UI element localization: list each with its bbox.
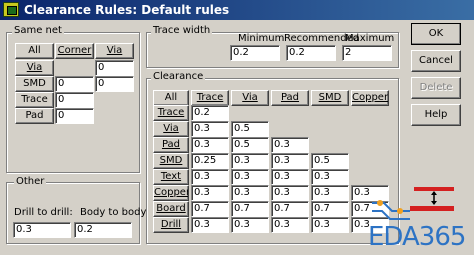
- clearance-row-text[interactable]: Text: [153, 169, 189, 185]
- clearance-row-pad[interactable]: Pad: [153, 137, 189, 153]
- diagram-arrow-head-up: [431, 191, 437, 195]
- same-net-all-button[interactable]: All: [15, 43, 54, 59]
- same-net-trace-corner-field[interactable]: 0: [55, 92, 94, 108]
- help-button[interactable]: Help: [411, 104, 461, 126]
- clearance-via-via-field[interactable]: 0.5: [231, 121, 269, 137]
- clearance-copper-via-field[interactable]: 0.3: [231, 185, 269, 201]
- diagram-trace-2: [372, 210, 410, 220]
- ok-button[interactable]: OK: [411, 23, 461, 45]
- drill-to-drill-field[interactable]: 0.3: [13, 222, 71, 238]
- diagram-arrow-head-down: [431, 201, 437, 205]
- drill-to-drill-label: Drill to drill:: [14, 207, 73, 218]
- clearance-board-via-field[interactable]: 0.7: [231, 201, 269, 217]
- clearance-col-via[interactable]: Via: [231, 90, 269, 106]
- clearance-row-drill[interactable]: Drill: [153, 217, 189, 233]
- cancel-button[interactable]: Cancel: [411, 50, 461, 72]
- clearance-text-smd-field[interactable]: 0.3: [311, 169, 349, 185]
- same-net-pad-corner-field[interactable]: 0: [55, 108, 94, 124]
- clearance-col-smd[interactable]: SMD: [311, 90, 349, 106]
- app-icon: [3, 2, 19, 17]
- clearance-trace-trace-field[interactable]: 0.2: [191, 105, 229, 121]
- diagram-pad-1: [377, 200, 383, 206]
- title-bar[interactable]: Clearance Rules: Default rules: [0, 0, 474, 20]
- diagram-bottom-bar: [410, 206, 454, 211]
- clearance-pad-pad-field[interactable]: 0.3: [271, 137, 309, 153]
- clearance-text-trace-field[interactable]: 0.3: [191, 169, 229, 185]
- trace-width-label: Trace width: [151, 25, 213, 36]
- clearance-col-copper[interactable]: Copper: [351, 90, 389, 106]
- clearance-text-pad-field[interactable]: 0.3: [271, 169, 309, 185]
- clearance-copper-pad-field[interactable]: 0.3: [271, 185, 309, 201]
- clearance-copper-smd-field[interactable]: 0.3: [311, 185, 349, 201]
- clearance-pad-via-field[interactable]: 0.5: [231, 137, 269, 153]
- other-label: Other: [14, 176, 47, 187]
- clearance-smd-via-field[interactable]: 0.3: [231, 153, 269, 169]
- minimum-label: Minimum: [238, 33, 285, 44]
- same-net-row-trace[interactable]: Trace: [15, 92, 54, 108]
- clearance-row-trace[interactable]: Trace: [153, 105, 189, 121]
- window-title: Clearance Rules: Default rules: [24, 3, 230, 17]
- body-to-body-label: Body to body:: [80, 207, 150, 218]
- same-net-smd-via-field[interactable]: 0: [95, 76, 134, 92]
- clearance-all-button[interactable]: All: [153, 90, 189, 106]
- delete-button[interactable]: Delete: [411, 77, 461, 99]
- same-net-label: Same net: [12, 25, 64, 36]
- clearance-smd-trace-field[interactable]: 0.25: [191, 153, 229, 169]
- clearance-diagram-logo: [372, 187, 454, 220]
- same-net-col-via[interactable]: Via: [95, 43, 134, 59]
- same-net-row-via[interactable]: Via: [15, 60, 54, 76]
- clearance-row-copper[interactable]: Copper: [153, 185, 189, 201]
- clearance-board-trace-field[interactable]: 0.7: [191, 201, 229, 217]
- clearance-row-smd[interactable]: SMD: [153, 153, 189, 169]
- same-net-via-via-field[interactable]: 0: [95, 60, 134, 76]
- clearance-drill-via-field[interactable]: 0.3: [231, 217, 269, 233]
- clearance-via-trace-field[interactable]: 0.3: [191, 121, 229, 137]
- clearance-row-board[interactable]: Board: [153, 201, 189, 217]
- clearance-label: Clearance: [151, 71, 206, 82]
- clearance-copper-trace-field[interactable]: 0.3: [191, 185, 229, 201]
- trace-recommended-field[interactable]: 0.2: [286, 45, 336, 61]
- clearance-pad-trace-field[interactable]: 0.3: [191, 137, 229, 153]
- clearance-board-pad-field[interactable]: 0.7: [271, 201, 309, 217]
- clearance-text-via-field[interactable]: 0.3: [231, 169, 269, 185]
- clearance-smd-pad-field[interactable]: 0.3: [271, 153, 309, 169]
- same-net-smd-corner-field[interactable]: 0: [55, 76, 94, 92]
- clearance-col-pad[interactable]: Pad: [271, 90, 309, 106]
- diagram-top-bar: [414, 187, 454, 191]
- same-net-col-corner[interactable]: Corner: [55, 43, 94, 59]
- clearance-drill-trace-field[interactable]: 0.3: [191, 217, 229, 233]
- clearance-row-via[interactable]: Via: [153, 121, 189, 137]
- clearance-board-smd-field[interactable]: 0.7: [311, 201, 349, 217]
- clearance-smd-smd-field[interactable]: 0.5: [311, 153, 349, 169]
- diagram-pad-2: [397, 208, 403, 214]
- body-to-body-field[interactable]: 0.2: [74, 222, 132, 238]
- same-net-row-pad[interactable]: Pad: [15, 108, 54, 124]
- maximum-label: Maximum: [345, 33, 395, 44]
- trace-min-field[interactable]: 0.2: [230, 45, 280, 61]
- trace-max-field[interactable]: 2: [342, 45, 392, 61]
- clearance-drill-smd-field[interactable]: 0.3: [311, 217, 349, 233]
- same-net-row-smd[interactable]: SMD: [15, 76, 54, 92]
- clearance-drill-pad-field[interactable]: 0.3: [271, 217, 309, 233]
- clearance-col-trace[interactable]: Trace: [191, 90, 229, 106]
- watermark-text: EDA365: [368, 222, 466, 252]
